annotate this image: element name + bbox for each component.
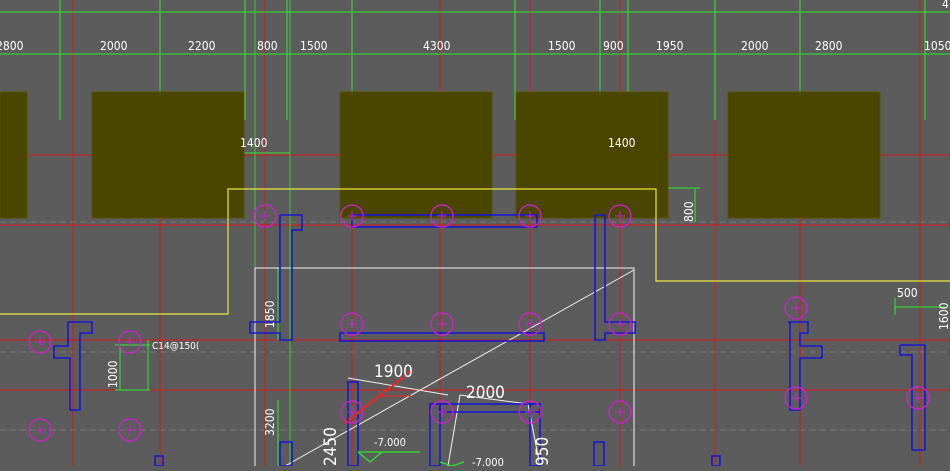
pit-elevation: -7.000 bbox=[374, 436, 406, 449]
fill-area bbox=[91, 91, 245, 219]
dim-text-top: 1950 bbox=[656, 39, 684, 53]
dim-text-top: 900 bbox=[603, 39, 624, 53]
fill-areas bbox=[0, 91, 881, 219]
dim-text-top: 2800 bbox=[0, 39, 24, 53]
dim-text-top: 4300 bbox=[423, 39, 451, 53]
wall bbox=[439, 403, 541, 413]
pit-depth-right: 950 bbox=[533, 437, 553, 466]
dim-text-top: 1050 bbox=[924, 39, 950, 53]
dim-small: 500 bbox=[897, 286, 918, 300]
wall bbox=[594, 214, 636, 341]
dim-wall-height: 1850 bbox=[263, 300, 277, 328]
wall bbox=[347, 381, 359, 467]
wall bbox=[788, 321, 823, 411]
dim-text-top: 1500 bbox=[548, 39, 576, 53]
column-marker-cross bbox=[437, 407, 447, 417]
pit-width-top: 1900 bbox=[374, 362, 413, 382]
dim-text-top: 2200 bbox=[188, 39, 216, 53]
column-marker-cross bbox=[437, 319, 447, 329]
pit-width-mid: 2000 bbox=[466, 383, 505, 403]
dim-text-top: 2000 bbox=[100, 39, 128, 53]
fill-area bbox=[0, 91, 28, 219]
pit-elevation: -7.000 bbox=[472, 456, 504, 466]
dim-text-top: 800 bbox=[257, 39, 278, 53]
pit-outline bbox=[254, 267, 635, 467]
drawing-canvas[interactable]: 2800 2000 2200 800 1500 4300 1500 900 19… bbox=[0, 0, 950, 469]
dim-text-top: 1500 bbox=[300, 39, 328, 53]
dim-text-top: 2800 bbox=[815, 39, 843, 53]
column-marker-cross bbox=[615, 407, 625, 417]
dim-offset-left: 1400 bbox=[240, 136, 268, 150]
corner-mark: 4 bbox=[942, 0, 949, 11]
column-marker-cross bbox=[125, 425, 135, 435]
dim-offset-right: 1400 bbox=[608, 136, 636, 150]
dim-pit-height: 3200 bbox=[263, 408, 277, 436]
wall bbox=[711, 455, 721, 467]
cad-drawing-viewport[interactable]: 2800 2000 2200 800 1500 4300 1500 900 19… bbox=[0, 0, 950, 469]
column-marker-cross bbox=[260, 211, 270, 221]
rebar-label: C14@150( bbox=[152, 341, 199, 352]
fill-area bbox=[515, 91, 669, 219]
dim-text-top: 2000 bbox=[741, 39, 769, 53]
column-marker-cross bbox=[35, 337, 45, 347]
column-marker-cross bbox=[525, 319, 535, 329]
fill-area bbox=[727, 91, 881, 219]
column-marker-cross bbox=[615, 319, 625, 329]
pit-depth-left: 2450 bbox=[321, 427, 341, 466]
column-marker-cross bbox=[35, 425, 45, 435]
wall bbox=[593, 441, 605, 467]
wall bbox=[154, 455, 164, 467]
column-marker-cross bbox=[913, 393, 923, 403]
column-markers bbox=[28, 204, 930, 442]
dim-edge: 1600 bbox=[937, 302, 950, 330]
dim-column-spacing: 1000 bbox=[106, 360, 120, 388]
fill-area bbox=[339, 91, 493, 219]
column-marker-cross bbox=[347, 319, 357, 329]
column-marker-cross bbox=[525, 407, 535, 417]
dim-step: 800 bbox=[682, 201, 696, 222]
